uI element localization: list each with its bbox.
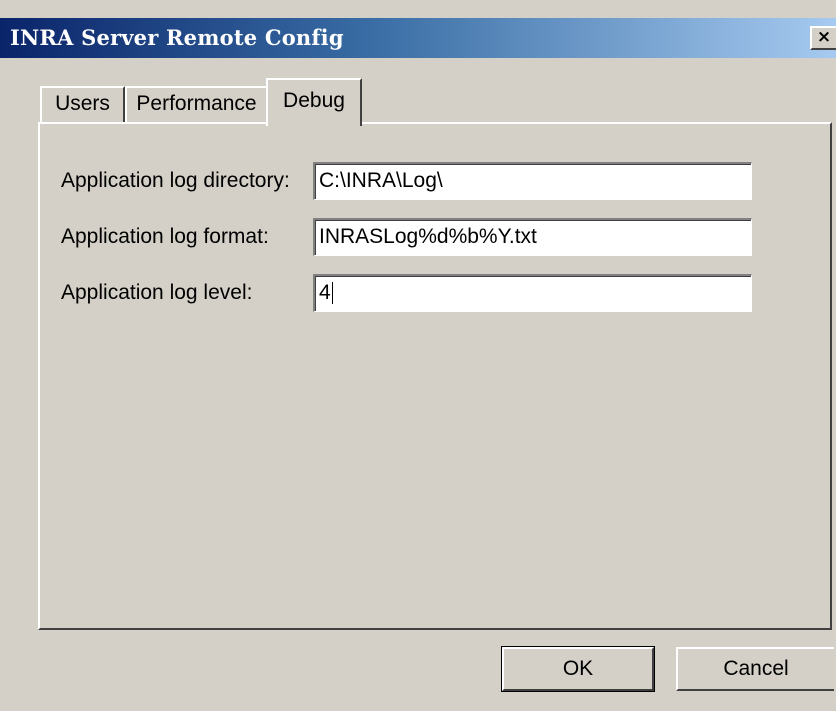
- log-directory-input[interactable]: C:\INRA\Log\: [313, 162, 752, 200]
- log-level-label: Application log level:: [61, 281, 253, 304]
- tab-performance[interactable]: Performance: [125, 86, 268, 122]
- config-dialog: INRA Server Remote Config × Users Perfor…: [0, 0, 836, 711]
- ok-button[interactable]: OK: [501, 646, 655, 692]
- tab-performance-label: Performance: [136, 92, 257, 115]
- cancel-button-label: Cancel: [723, 657, 789, 680]
- log-format-label: Application log format:: [61, 225, 269, 248]
- log-directory-label: Application log directory:: [61, 169, 290, 192]
- text-caret: [331, 282, 333, 305]
- tab-debug-label: Debug: [283, 89, 345, 112]
- tab-debug[interactable]: Debug: [266, 78, 362, 126]
- tab-debug-join: [268, 120, 360, 126]
- log-directory-value: C:\INRA\Log\: [319, 169, 443, 192]
- ok-button-label: OK: [562, 657, 594, 680]
- log-level-input[interactable]: 4: [313, 274, 752, 312]
- title-bar[interactable]: INRA Server Remote Config ×: [0, 18, 836, 58]
- cancel-button[interactable]: Cancel: [676, 647, 834, 691]
- log-format-input[interactable]: INRASLog%d%b%Y.txt: [313, 218, 752, 256]
- tab-users-label: Users: [55, 92, 110, 115]
- log-format-value: INRASLog%d%b%Y.txt: [319, 225, 537, 248]
- close-icon: ×: [816, 27, 832, 47]
- window-title: INRA Server Remote Config: [10, 25, 344, 50]
- close-button[interactable]: ×: [810, 26, 836, 50]
- log-level-value: 4: [319, 281, 331, 304]
- tab-users[interactable]: Users: [40, 86, 125, 122]
